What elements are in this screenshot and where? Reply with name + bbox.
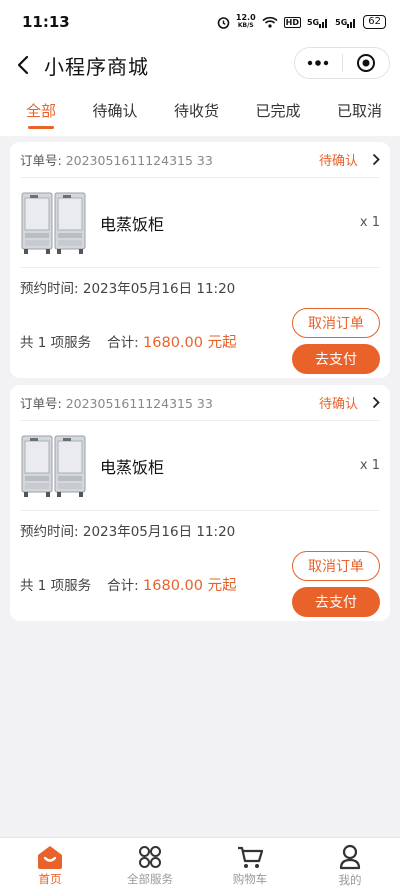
wifi-icon (262, 16, 278, 28)
tabbar-label: 首页 (38, 871, 62, 886)
user-icon (339, 844, 361, 869)
close-mini-program-button[interactable] (343, 48, 390, 78)
order-summary: 共 1 项服务 合计: 1680.00 元起 取消订单 去支付 (20, 306, 380, 378)
pay-button[interactable]: 去支付 (292, 344, 380, 374)
order-list: 订单号: 2023051611124315 33 待确认 电蒸饭柜 x 1 预约… (0, 142, 400, 621)
tabbar-item-all-services[interactable]: 全部服务 (100, 838, 200, 893)
product-image (20, 431, 88, 500)
order-card: 订单号: 2023051611124315 33 待确认 电蒸饭柜 x 1 预约… (10, 385, 390, 621)
order-status-tabs: 全部 待确认 待收货 已完成 已取消 (0, 86, 400, 136)
more-button[interactable] (295, 48, 342, 78)
signal-2: 5G (335, 17, 357, 28)
product-quantity: x 1 (359, 215, 380, 230)
order-card: 订单号: 2023051611124315 33 待确认 电蒸饭柜 x 1 预约… (10, 142, 390, 378)
order-product[interactable]: 电蒸饭柜 x 1 (20, 178, 380, 268)
grid-icon (139, 845, 161, 868)
tab-cancelled[interactable]: 已取消 (337, 86, 382, 136)
product-image (20, 188, 88, 257)
total-price: 1680.00 元起 (143, 577, 237, 594)
order-number: 订单号: 2023051611124315 33 (20, 396, 213, 411)
more-dots-icon (308, 60, 329, 66)
tab-all[interactable]: 全部 (26, 86, 56, 136)
tabbar-item-home[interactable]: 首页 (0, 838, 100, 893)
order-status: 待确认 (318, 154, 358, 169)
net-speed: 12.0 KB/S (235, 13, 256, 30)
chevron-right-icon (372, 153, 380, 166)
tab-completed[interactable]: 已完成 (255, 86, 300, 136)
status-time: 11:13 (22, 13, 70, 31)
total-label: 合计: (107, 335, 139, 351)
order-number: 订单号: 2023051611124315 33 (20, 153, 213, 168)
service-count: 共 1 项服务 (20, 335, 92, 351)
order-status: 待确认 (318, 397, 358, 412)
tabbar-label: 购物车 (232, 871, 268, 886)
tabbar-item-cart[interactable]: 购物车 (200, 838, 300, 893)
tab-pending-receipt[interactable]: 待收货 (174, 86, 219, 136)
order-summary: 共 1 项服务 合计: 1680.00 元起 取消订单 去支付 (20, 549, 380, 621)
tabbar-item-profile[interactable]: 我的 (300, 838, 400, 893)
signal-1: 5G (307, 17, 329, 28)
appointment-time: 预约时间: 2023年05月16日 11:20 (20, 524, 236, 540)
back-button[interactable] (12, 54, 34, 76)
total-label: 合计: (107, 578, 139, 594)
alarm-icon (217, 16, 230, 29)
cancel-order-button[interactable]: 取消订单 (292, 308, 380, 338)
hd-badge: HD (283, 16, 301, 28)
nav-bar: 小程序商城 (0, 44, 400, 86)
order-product[interactable]: 电蒸饭柜 x 1 (20, 421, 380, 511)
product-name: 电蒸饭柜 (100, 457, 165, 477)
home-icon (38, 845, 62, 869)
total-price: 1680.00 元起 (143, 334, 237, 351)
tab-pending-confirm[interactable]: 待确认 (92, 86, 137, 136)
status-icons: 12.0 KB/S HD 5G 5G 62 (217, 14, 386, 30)
product-quantity: x 1 (359, 458, 380, 473)
status-bar: 11:13 12.0 KB/S HD 5G 5G 62 (0, 0, 400, 44)
pay-button[interactable]: 去支付 (292, 587, 380, 617)
tabbar-label: 全部服务 (127, 871, 173, 886)
chevron-right-icon (372, 396, 380, 409)
mini-program-capsule (294, 47, 390, 79)
cart-icon (238, 846, 264, 868)
target-icon (356, 54, 375, 72)
page-title: 小程序商城 (44, 54, 149, 79)
service-count: 共 1 项服务 (20, 578, 92, 594)
order-header[interactable]: 订单号: 2023051611124315 33 待确认 (20, 142, 380, 178)
product-name: 电蒸饭柜 (100, 214, 165, 234)
cancel-order-button[interactable]: 取消订单 (292, 551, 380, 581)
order-header[interactable]: 订单号: 2023051611124315 33 待确认 (20, 385, 380, 421)
bottom-tab-bar: 首页 全部服务 购物车 我的 (0, 837, 400, 893)
battery-indicator: 62 (363, 15, 386, 29)
tabbar-label: 我的 (338, 872, 362, 887)
chevron-left-icon (17, 55, 29, 75)
appointment-time: 预约时间: 2023年05月16日 11:20 (20, 281, 236, 297)
